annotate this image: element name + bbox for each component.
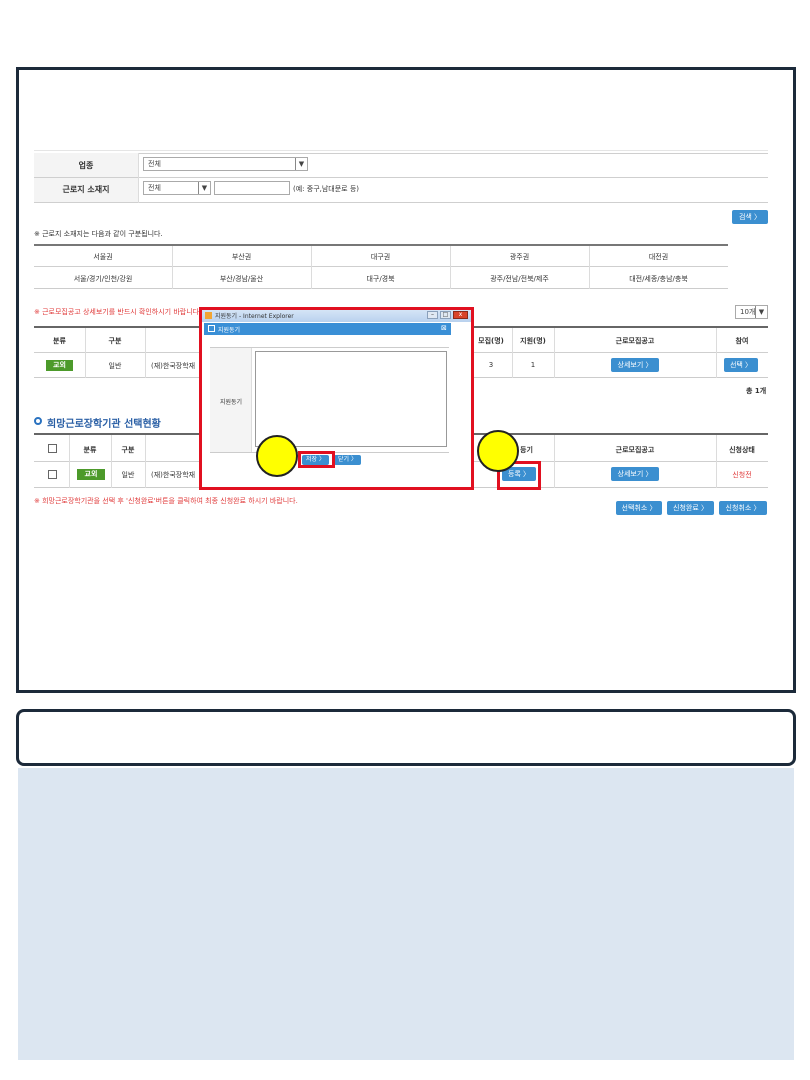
caption-box (16, 709, 796, 766)
col-header: 등기 (520, 446, 533, 454)
form-border-mid (34, 177, 768, 178)
chevron-down-icon: ▼ (198, 182, 210, 194)
bullet-icon (34, 417, 42, 425)
location-hint: (예: 중구,남대문로 등) (293, 185, 360, 193)
col-header: 근로모집공고 (615, 337, 655, 345)
col-header: 지원(명) (520, 337, 546, 345)
section-title: 희망근로장학기관 선택현황 (47, 419, 161, 430)
org-cell: (재)한국장학재 (151, 471, 196, 479)
table-col-divider (111, 435, 112, 488)
org-cell: (재)한국장학재 (151, 362, 196, 370)
region-name: 부산권 (231, 253, 252, 261)
chevron-down-icon: ▼ (295, 158, 307, 170)
bottom-notice: ※ 희망근로장학기관을 선택 후 '신청완료'버튼을 클릭하여 최종 신청완료 … (34, 497, 298, 505)
region-detail: 대전/세종/충남/충북 (629, 275, 688, 283)
location-input[interactable] (214, 181, 290, 195)
type-cell: 일반 (121, 471, 135, 479)
table-col-divider (145, 435, 146, 488)
col-header: 모집(명) (478, 337, 504, 345)
detail-button[interactable]: 상세보기 〉 (611, 467, 659, 481)
page-size-select[interactable]: 10개 ▼ (735, 305, 768, 319)
col-header: 신청상태 (729, 446, 755, 454)
divider (34, 150, 768, 151)
step-marker (477, 430, 519, 472)
form-border-top (34, 153, 768, 154)
col-header: 구분 (121, 446, 135, 454)
region-detail: 부산/경남/울산 (219, 275, 264, 283)
status-cell: 신청전 (732, 471, 752, 479)
col-header: 참여 (735, 337, 749, 345)
col-header: 분류 (83, 446, 97, 454)
industry-select[interactable]: 전체 ▼ (143, 157, 308, 171)
detail-button[interactable]: 상세보기 〉 (611, 358, 659, 372)
col-header: 분류 (53, 337, 66, 345)
region-name: 서울권 (93, 253, 113, 261)
table-col-divider (716, 435, 717, 488)
cancel-selection-button[interactable]: 선택취소 〉 (616, 501, 662, 515)
category-badge: 교외 (77, 469, 105, 480)
step-marker (256, 435, 298, 477)
select-all-checkbox[interactable] (48, 444, 57, 453)
applied-cell: 1 (530, 361, 536, 369)
region-row-divider (34, 266, 728, 267)
location-label: 근로지 소재지 (62, 185, 110, 194)
region-detail: 대구/경북 (366, 275, 395, 283)
industry-label: 업종 (78, 161, 94, 170)
col-header: 근로모집공고 (615, 446, 655, 454)
cancel-application-button[interactable]: 신청취소 〉 (719, 501, 767, 515)
detail-notice: ※ 근로모집공고 상세보기를 반드시 확인하시기 바랍니다. (34, 308, 202, 316)
total-count: 총 1개 (746, 387, 767, 395)
col-header: 구분 (108, 337, 122, 345)
region-name: 광주권 (509, 253, 530, 261)
location-select[interactable]: 전체 ▼ (143, 181, 211, 195)
row-checkbox[interactable] (48, 470, 57, 479)
table-col-divider (554, 435, 555, 488)
type-cell: 일반 (108, 362, 122, 370)
description-panel (18, 768, 794, 1060)
region-detail: 서울/경기/인천/강원 (73, 275, 133, 283)
region-note: ※ 근로지 소재지는 다음과 같이 구분됩니다. (34, 230, 163, 238)
table-col-divider (145, 328, 146, 378)
recruit-cell: 3 (488, 361, 494, 369)
popup-highlight (199, 307, 474, 490)
complete-application-button[interactable]: 신청완료 〉 (667, 501, 714, 515)
region-detail: 광주/전남/전북/제주 (490, 275, 549, 283)
category-badge: 교외 (46, 360, 73, 371)
region-name: 대구권 (370, 253, 391, 261)
save-highlight (298, 451, 335, 468)
region-name: 대전권 (648, 253, 669, 261)
table-col-divider (69, 435, 70, 488)
form-border-bottom (34, 202, 768, 203)
select-button[interactable]: 선택 〉 (724, 358, 758, 372)
chevron-down-icon: ▼ (755, 306, 767, 318)
form-divider (138, 153, 139, 203)
search-button[interactable]: 검색 〉 (732, 210, 768, 224)
